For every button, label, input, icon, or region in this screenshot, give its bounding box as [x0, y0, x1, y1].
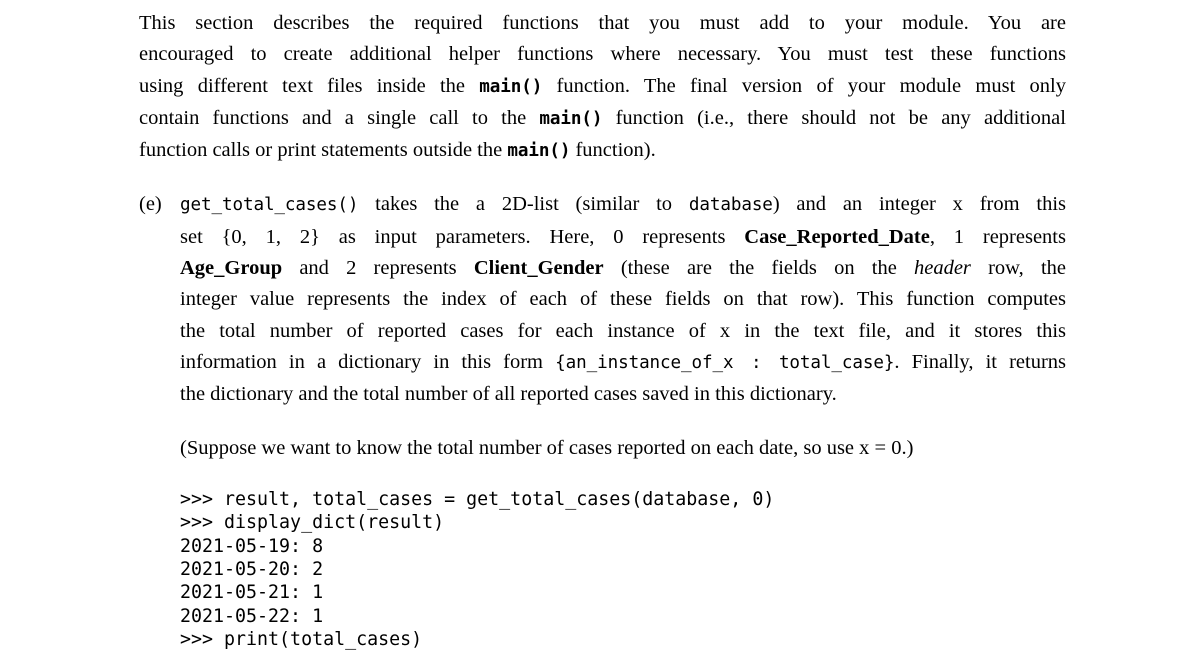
inline-code: main()	[507, 141, 571, 162]
console-line: >>> display_dict(result)	[180, 512, 445, 534]
text-run: ) and an integer x from this	[772, 193, 1066, 216]
intro-line-2: encouraged to create additional helper f…	[139, 39, 1066, 70]
document-page: This section describes the required func…	[0, 0, 1200, 652]
text-run: This section describes the required func…	[139, 12, 1066, 34]
text-run: encouraged to create additional helper f…	[139, 43, 1066, 66]
text-run: information in a dictionary in this form	[180, 350, 556, 373]
console-line: 2021-05-20: 2	[180, 559, 324, 581]
inline-code: main()	[539, 108, 603, 129]
inline-code: get_total_cases()	[180, 195, 359, 216]
text-run: function).	[570, 139, 656, 162]
list-item-e: (e) get_total_cases() takes the a 2D-lis…	[139, 189, 1066, 410]
intro-line-1: This section describes the required func…	[139, 8, 1066, 39]
text-run: function (i.e., there should not be any …	[602, 106, 1066, 129]
console-line: 2021-05-22: 1	[180, 605, 324, 627]
item-e-line-5: the total number of reported cases for e…	[180, 316, 1066, 347]
item-e-line-3: Age_Group and 2 represents Client_Gender…	[180, 253, 1066, 284]
text-run: function calls or print statements outsi…	[139, 139, 508, 162]
inline-code: main()	[479, 76, 543, 97]
text-run: the total number of reported cases for e…	[180, 319, 1066, 342]
item-e-line-1: get_total_cases() takes the a 2D-list (s…	[180, 189, 1066, 221]
inline-code: database	[688, 195, 773, 216]
intro-line-5: function calls or print statements outsi…	[139, 135, 1066, 167]
list-item-e-body: get_total_cases() takes the a 2D-list (s…	[180, 189, 1066, 410]
text-run: and 2 represents	[282, 257, 474, 280]
document-content: This section describes the required func…	[139, 8, 1066, 652]
text-run: row, the	[970, 257, 1066, 280]
list-item-marker: (e)	[139, 193, 162, 216]
intro-line-3: using different text files inside the ma…	[139, 71, 1066, 103]
console-transcript: >>> result, total_cases = get_total_case…	[139, 488, 1066, 652]
item-e-line-6: information in a dictionary in this form…	[180, 347, 1066, 379]
intro-line-4: contain functions and a single call to t…	[139, 103, 1066, 135]
console-line: 2021-05-19: 8	[180, 535, 324, 557]
field-name: Case_Reported_Date	[744, 225, 930, 248]
text-run: . Finally, it returns	[894, 350, 1067, 373]
emphasis: header	[913, 257, 971, 280]
item-e-line-2: set {0, 1, 2} as input parameters. Here,…	[180, 222, 1066, 253]
text-run: using different text files inside the	[139, 74, 480, 97]
item-e-line-4: integer value represents the index of ea…	[180, 284, 1066, 315]
intro-paragraph: This section describes the required func…	[139, 8, 1066, 167]
text-run: (these are the fields on the	[603, 257, 914, 280]
console-line: 2021-05-21: 1	[180, 582, 324, 604]
field-name: Age_Group	[180, 257, 283, 280]
text-run: contain functions and a single call to t…	[139, 106, 540, 129]
field-name: Client_Gender	[473, 257, 604, 280]
console-line: >>> print(total_cases)	[180, 629, 423, 651]
text-run: , 1 represents	[929, 225, 1066, 248]
text-run: set {0, 1, 2} as input parameters. Here,…	[180, 225, 745, 248]
inline-code: {an_instance_of_x : total_case}	[555, 352, 895, 373]
text-run: function. The final version of your modu…	[542, 74, 1066, 97]
item-e-line-7: the dictionary and the total number of a…	[180, 379, 1066, 410]
console-line: >>> result, total_cases = get_total_case…	[180, 488, 775, 510]
text-run: integer value represents the index of ea…	[180, 288, 1066, 311]
text-run: takes the a 2D-list (similar to	[358, 193, 689, 216]
text-run: the dictionary and the total number of a…	[180, 383, 837, 406]
suppose-note: (Suppose we want to know the total numbe…	[180, 436, 914, 459]
